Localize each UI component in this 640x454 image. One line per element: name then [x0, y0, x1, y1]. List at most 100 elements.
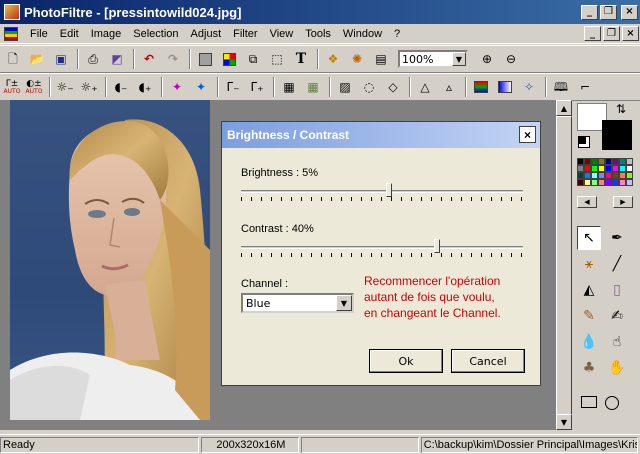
clone-stamp-tool-icon[interactable]: ♣	[577, 356, 601, 380]
palette-swatch[interactable]	[598, 165, 605, 172]
swap-colors-icon[interactable]: ⇅	[616, 102, 626, 116]
blur-icon[interactable]: ◌	[358, 76, 380, 98]
brightness-slider[interactable]	[241, 183, 523, 203]
default-colors-icon[interactable]	[578, 136, 590, 148]
hand-tool-icon[interactable]: ✋	[605, 356, 629, 380]
blur-tool-icon[interactable]: 💧	[577, 330, 601, 354]
rectangle-shape-icon[interactable]	[581, 396, 597, 408]
copy-icon[interactable]: ⧉	[242, 48, 264, 70]
palette-swatch[interactable]	[591, 172, 598, 179]
drop-icon[interactable]: △	[414, 76, 436, 98]
gamma-minus-icon[interactable]: Γ₋	[222, 76, 244, 98]
spray-tool-icon[interactable]: ▯	[605, 278, 629, 302]
plugin-icon[interactable]: ✺	[346, 48, 368, 70]
zoom-out-icon[interactable]: ⊖	[500, 48, 522, 70]
document-icon[interactable]	[4, 26, 18, 41]
palette-swatch[interactable]	[626, 165, 633, 172]
app-icon[interactable]	[4, 4, 20, 20]
brush-tool-icon[interactable]: ✎	[577, 304, 601, 328]
palette-swatch[interactable]	[612, 172, 619, 179]
palette-swatch[interactable]	[612, 158, 619, 165]
saturation-minus-icon[interactable]: ✦	[166, 76, 188, 98]
magic-wand-tool-icon[interactable]: ⚹	[577, 252, 601, 276]
dither-icon[interactable]: ▨	[334, 76, 356, 98]
close-button[interactable]: ×	[621, 4, 638, 20]
vertical-scrollbar[interactable]: ▲ ▼	[556, 100, 572, 430]
menu-window[interactable]: Window	[337, 28, 388, 40]
brightness-plus-icon[interactable]: ☼₊	[78, 76, 100, 98]
menu-image[interactable]: Image	[85, 28, 128, 40]
frame-icon[interactable]	[494, 76, 516, 98]
palette-swatch[interactable]	[626, 179, 633, 186]
dialog-close-button[interactable]: ×	[519, 126, 536, 143]
photo-canvas[interactable]	[10, 100, 210, 420]
palette-swatch[interactable]	[577, 158, 584, 165]
smudge-tool-icon[interactable]: ☝	[605, 330, 629, 354]
contrast-plus-icon[interactable]: ◖₊	[134, 76, 156, 98]
pointer-tool-icon[interactable]: ↖	[577, 226, 601, 250]
chevron-down-icon[interactable]: ▼	[452, 52, 466, 66]
line-tool-icon[interactable]: ╱	[605, 252, 629, 276]
color-grid-icon[interactable]: ▦	[302, 76, 324, 98]
palette-swatch[interactable]	[584, 165, 591, 172]
grid-icon[interactable]: ▦	[278, 76, 300, 98]
auto-contrast-icon[interactable]: ◐± AUTO	[24, 76, 44, 98]
fill-color-icon[interactable]	[194, 48, 216, 70]
book-icon[interactable]: 🕮	[550, 76, 572, 98]
fill-bucket-tool-icon[interactable]: ◭	[577, 278, 601, 302]
saturation-plus-icon[interactable]: ✦	[190, 76, 212, 98]
palette-swatch[interactable]	[577, 179, 584, 186]
palette-swatch[interactable]	[619, 165, 626, 172]
menu-filter[interactable]: Filter	[227, 28, 263, 40]
gamma-plus-icon[interactable]: Γ₊	[246, 76, 268, 98]
palette-swatch[interactable]	[598, 172, 605, 179]
palette-swatch[interactable]	[598, 179, 605, 186]
background-color[interactable]	[602, 120, 632, 150]
maximize-button[interactable]: ❐	[600, 4, 617, 20]
menu-edit[interactable]: Edit	[54, 28, 85, 40]
scroll-down-icon[interactable]: ▼	[556, 414, 572, 430]
channel-select[interactable]: Blue ▼	[241, 293, 354, 313]
palette-swatch[interactable]	[605, 158, 612, 165]
palette-swatch[interactable]	[584, 172, 591, 179]
sharpen-icon[interactable]: ◇	[382, 76, 404, 98]
auto-levels-icon[interactable]: Γ± AUTO	[2, 76, 22, 98]
effect-icon[interactable]: ✧	[518, 76, 540, 98]
zoom-select[interactable]: 100% ▼	[398, 50, 468, 68]
palette-swatch[interactable]	[584, 179, 591, 186]
palette-swatch[interactable]	[612, 179, 619, 186]
palette-swatch[interactable]	[591, 165, 598, 172]
redo-icon[interactable]: ↷	[162, 48, 184, 70]
palette-swatch[interactable]	[605, 179, 612, 186]
brightness-slider-thumb[interactable]	[386, 183, 392, 197]
eyedropper-tool-icon[interactable]: ✒	[605, 226, 629, 250]
palette-swatch[interactable]	[612, 165, 619, 172]
palette-grid-icon[interactable]	[218, 48, 240, 70]
palette-swatch[interactable]	[605, 165, 612, 172]
palette-swatch[interactable]	[591, 179, 598, 186]
drop-outline-icon[interactable]: ▵	[438, 76, 460, 98]
palette-swatch[interactable]	[577, 165, 584, 172]
color-palette[interactable]	[577, 158, 633, 192]
fit-selection-icon[interactable]: ⬚	[266, 48, 288, 70]
gradient-icon[interactable]	[470, 76, 492, 98]
menu-adjust[interactable]: Adjust	[185, 28, 228, 40]
palette-swatch[interactable]	[619, 179, 626, 186]
palette-swatch[interactable]	[619, 172, 626, 179]
image-window-icon[interactable]: ▤	[370, 48, 392, 70]
undo-icon[interactable]: ↶	[138, 48, 160, 70]
contrast-minus-icon[interactable]: ◖₋	[110, 76, 132, 98]
mdi-close-button[interactable]: ×	[622, 26, 639, 41]
zoom-in-icon[interactable]: ⊕	[476, 48, 498, 70]
corner-icon[interactable]: ⌐	[574, 76, 596, 98]
browser-icon[interactable]: ❖	[322, 48, 344, 70]
palette-swatch[interactable]	[626, 172, 633, 179]
print-icon[interactable]: ⎙	[82, 48, 104, 70]
text-icon[interactable]: T	[290, 48, 312, 70]
save-icon[interactable]: ▣	[50, 48, 72, 70]
palette-left-icon[interactable]: ◀	[577, 196, 597, 208]
scroll-up-icon[interactable]: ▲	[556, 100, 572, 116]
new-icon[interactable]: 🗋	[2, 48, 24, 70]
brightness-minus-icon[interactable]: ☼₋	[54, 76, 76, 98]
open-icon[interactable]: 📂	[26, 48, 48, 70]
